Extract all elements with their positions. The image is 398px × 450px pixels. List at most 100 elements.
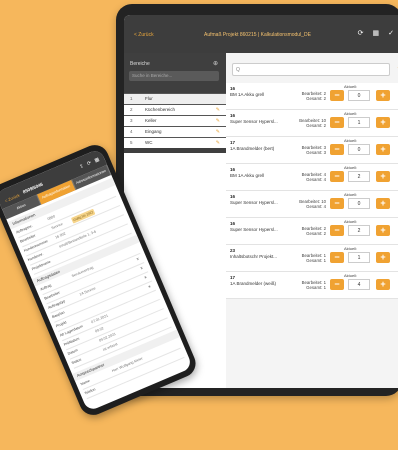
item-name: BM 1A Akku grell (230, 92, 265, 97)
increment-button[interactable]: + (376, 225, 390, 236)
current-label: Aktuell: (344, 192, 358, 197)
item-counts: Bearbeitet: 3 Gesamt: 3 (301, 145, 326, 155)
calculator-icon[interactable]: ▦ (373, 29, 380, 37)
list-item[interactable]: 16 BM 1A Akku grell Bearbeitet: 2 Gesamt:… (226, 83, 398, 110)
current-label: Aktuell: (344, 84, 358, 89)
decrement-button[interactable]: − (330, 144, 344, 155)
search-input[interactable]: Q (232, 63, 390, 76)
back-button[interactable]: < Zurück (134, 32, 154, 38)
decrement-button[interactable]: − (330, 90, 344, 101)
increment-button[interactable]: + (376, 117, 390, 128)
sidebar-item-label: WC (145, 140, 153, 145)
sidebar-item-number: 4 (130, 129, 133, 134)
decrement-button[interactable]: − (330, 171, 344, 182)
edit-icon[interactable]: ✎ (216, 105, 220, 115)
sidebar-item-label: Flur (145, 96, 153, 101)
item-name: Inhaltsbotschr Projekt... (230, 254, 278, 259)
quantity-field[interactable]: 4 (348, 279, 370, 290)
item-id: 23 (230, 248, 236, 253)
item-counts: Bearbeitet: 10 Gesamt: 2 (299, 118, 326, 128)
item-id: 16 (230, 167, 236, 172)
add-area-icon[interactable]: ⊕ (213, 60, 218, 67)
quantity-field[interactable]: 2 (348, 171, 370, 182)
sidebar-item-label: Keller (145, 118, 157, 123)
close-icon: ✕ (147, 284, 152, 290)
item-id: 16 (230, 113, 236, 118)
decrement-button[interactable]: − (330, 252, 344, 263)
sidebar-item[interactable]: 4 Eingang ✎ (124, 126, 226, 137)
page-title: Aufmaß Projekt 860215 | Kalkulationsmodu… (204, 32, 311, 38)
list-item[interactable]: 16 Super Sensor Hypersl... Bearbeitet: 2… (226, 218, 398, 245)
sidebar-search-input[interactable]: Suche in Bereiche... (129, 71, 219, 81)
list-item[interactable]: 16 Super Sensor Hypersl... Bearbeitet: 1… (226, 110, 398, 137)
item-name: Super Sensor Hypersl... (230, 200, 278, 205)
calculator-icon[interactable]: ▦ (94, 157, 101, 164)
decrement-button[interactable]: − (330, 117, 344, 128)
item-id: 16 (230, 194, 236, 199)
list-item[interactable]: 23 Inhaltsbotschr Projekt... Bearbeitet:… (226, 245, 398, 272)
item-counts: Bearbeitet: 1 Gesamt: 1 (301, 280, 326, 290)
item-counts: Bearbeitet: 10 Gesamt: 4 (299, 199, 326, 209)
item-id: 17 (230, 275, 236, 280)
edit-icon[interactable]: ✎ (216, 127, 220, 137)
sidebar-item-label: Eingang (145, 129, 162, 134)
quantity-field[interactable]: 1 (348, 117, 370, 128)
item-name: 1A Brandmelder (weiß) (230, 281, 277, 286)
current-label: Aktuell: (344, 138, 358, 143)
item-id: 16 (230, 221, 236, 226)
list-item[interactable]: 16 Super Sensor Hypersl... Bearbeitet: 1… (226, 191, 398, 218)
increment-button[interactable]: + (376, 198, 390, 209)
increment-button[interactable]: + (376, 252, 390, 263)
sidebar-item-number: 1 (130, 96, 133, 101)
item-name: Super Sensor Hypersl... (230, 119, 278, 124)
quantity-field[interactable]: 1 (348, 252, 370, 263)
item-counts: Bearbeitet: 1 Gesamt: 1 (301, 253, 326, 263)
decrement-button[interactable]: − (330, 225, 344, 236)
decrement-button[interactable]: − (330, 198, 344, 209)
sidebar-list: 1 Flur 2 Küchenbereich ✎ 3 Keller ✎ 4 Ei… (124, 93, 226, 148)
current-label: Aktuell: (344, 111, 358, 116)
increment-button[interactable]: + (376, 90, 390, 101)
item-counts: Bearbeitet: 4 Gesamt: 4 (301, 172, 326, 182)
list-item[interactable]: 17 1A Brandmelder (weiß) Bearbeitet: 1 Ge… (226, 272, 398, 299)
item-id: 16 (230, 86, 236, 91)
quantity-field[interactable]: 0 (348, 144, 370, 155)
item-id: 17 (230, 140, 236, 145)
edit-icon[interactable]: ✎ (216, 138, 220, 148)
increment-button[interactable]: + (376, 279, 390, 290)
quantity-field[interactable]: 2 (348, 225, 370, 236)
refresh-icon[interactable]: ⟳ (358, 29, 364, 37)
list-item[interactable]: 16 BM 1A Akku grell Bearbeitet: 4 Gesamt:… (226, 164, 398, 191)
sidebar-item[interactable]: 5 WC ✎ (124, 137, 226, 148)
current-label: Aktuell: (344, 246, 358, 251)
current-label: Aktuell: (344, 273, 358, 278)
upload-icon[interactable]: ⇪ (79, 163, 85, 170)
sidebar-item-number: 3 (130, 118, 133, 123)
main-content: Q + 16 BM 1A Akku grell Bearbeitet: 2Ges… (226, 53, 398, 388)
refresh-icon[interactable]: ⟳ (86, 160, 92, 167)
increment-button[interactable]: + (376, 171, 390, 182)
check-icon[interactable]: ✓ (388, 29, 394, 37)
item-name: BM 1A Akku grell (230, 173, 265, 178)
quantity-field[interactable]: 0 (348, 198, 370, 209)
item-counts: Bearbeitet: 2 Gesamt: 2 (301, 226, 326, 236)
close-icon: ✕ (135, 256, 141, 262)
close-icon: ✕ (143, 275, 148, 281)
current-label: Aktuell: (344, 165, 358, 170)
quantity-field[interactable]: 0 (348, 90, 370, 101)
current-label: Aktuell: (344, 219, 358, 224)
edit-icon[interactable]: ✎ (216, 116, 220, 126)
increment-button[interactable]: + (376, 144, 390, 155)
item-name: 1A Brandmelder (bert) (230, 146, 275, 151)
decrement-button[interactable]: − (330, 279, 344, 290)
sidebar-title: Bereiche (130, 61, 150, 67)
sidebar-item-label: Küchenbereich (145, 107, 176, 112)
item-counts: Bearbeitet: 2 Gesamt: 2 (301, 91, 326, 101)
sidebar-item[interactable]: 2 Küchenbereich ✎ (124, 104, 226, 115)
list-item[interactable]: 17 1A Brandmelder (bert) Bearbeitet: 3 Ge… (226, 137, 398, 164)
sidebar-item-number: 2 (130, 107, 133, 112)
sidebar-item[interactable]: 3 Keller ✎ (124, 115, 226, 126)
sidebar-item[interactable]: 1 Flur (124, 93, 226, 104)
item-name: Super Sensor Hypersl... (230, 227, 278, 232)
close-icon: ✕ (139, 265, 144, 271)
